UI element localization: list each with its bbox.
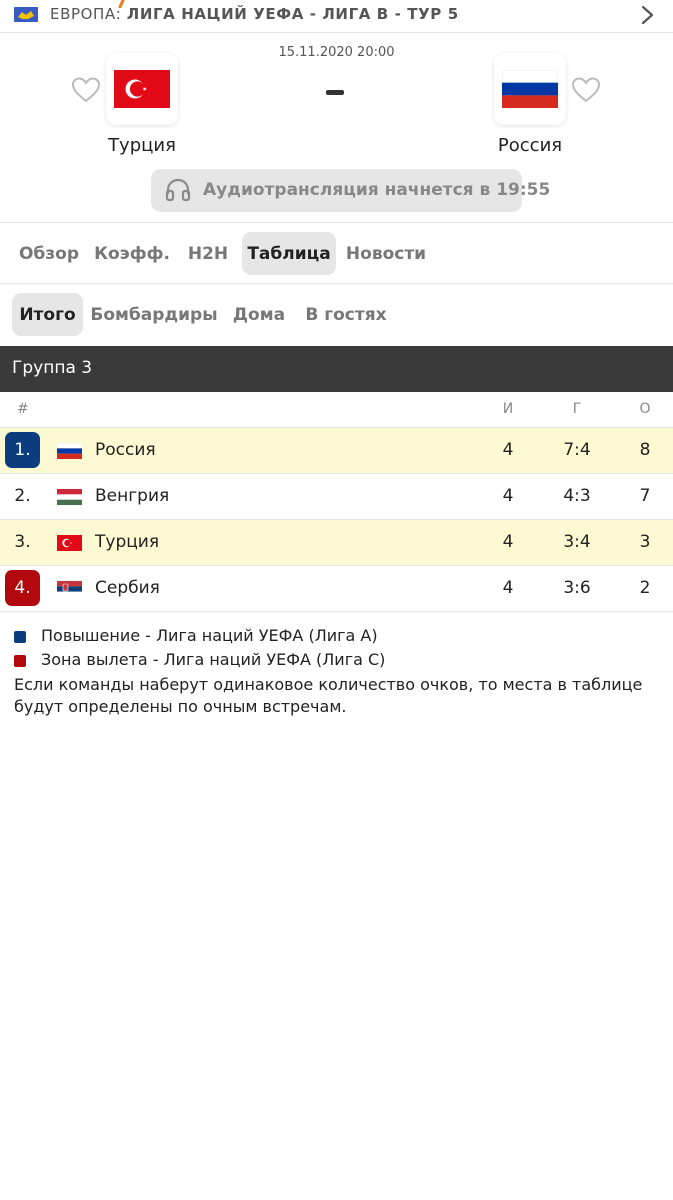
tab-overview[interactable]: Обзор [12,232,86,275]
league-title: ЕВРОПА: ЛИГА НАЦИЙ УЕФА - ЛИГА B - ТУР 5 [50,5,459,23]
rank-badge: 2. [14,486,31,506]
col-rank-header: # [17,401,29,417]
goals-value: 7:4 [563,440,591,460]
team-name[interactable]: Турция [95,532,159,552]
group-header: Группа 3 [0,346,673,392]
table-row[interactable]: 1. Россия 4 7:4 8 [0,428,673,474]
goals-value: 3:4 [563,532,591,552]
home-team-logo[interactable] [106,53,178,125]
turkey-flag-icon [114,70,170,108]
points-value: 3 [639,532,651,552]
played-value: 4 [502,578,514,598]
team-name[interactable]: Венгрия [95,486,169,506]
subtab-away[interactable]: В гостях [300,293,392,336]
serbia-flag-icon [57,581,82,597]
subtab-home[interactable]: Дома [226,293,292,336]
headphones-icon [165,178,191,202]
match-header: 15.11.2020 20:00 Турция Россия Аудиотран… [0,32,673,222]
played-value: 4 [502,440,514,460]
team-name[interactable]: Сербия [95,578,160,598]
legend-relegation-text: Зона вылета - Лига наций УЕФА (Лига C) [41,650,386,669]
home-team-name[interactable]: Турция [62,135,222,156]
rank-badge: 1. [5,432,40,468]
subtab-scorers[interactable]: Бомбардиры [90,293,218,336]
tiebreak-note: Если команды наберут одинаковое количест… [14,675,643,716]
group-title: Группа 3 [12,358,93,378]
away-team-logo[interactable] [494,53,566,125]
played-value: 4 [502,486,514,506]
goals-value: 3:6 [563,578,591,598]
league-country: ЕВРОПА: [50,5,122,23]
russia-flag-icon [57,443,82,459]
goals-value: 4:3 [563,486,591,506]
col-played-header: И [502,401,514,417]
points-value: 7 [639,486,651,506]
favorite-home-heart-icon[interactable] [71,76,101,104]
tab-odds[interactable]: Коэфф. [92,232,172,275]
rank-badge: 4. [5,570,40,606]
chevron-right-icon[interactable] [637,4,657,26]
subtab-total[interactable]: Итого [12,293,83,336]
legend-promotion: Повышение - Лига наций УЕФА (Лига A) [14,626,673,650]
table-row[interactable]: 4. Сербия 4 3:6 2 [0,566,673,612]
tab-news[interactable]: Новости [342,232,430,275]
tab-h2h[interactable]: H2H [180,232,236,275]
eu-flag-icon [14,7,38,22]
table-legend: Повышение - Лига наций УЕФА (Лига A) Зон… [14,626,673,718]
table-header: # И Г О [0,392,673,428]
promotion-marker [14,631,26,643]
points-value: 2 [639,578,651,598]
score-separator [326,90,344,95]
russia-flag-icon [502,70,558,108]
table-row[interactable]: 3. Турция 4 3:4 3 [0,520,673,566]
away-team-name[interactable]: Россия [450,135,610,156]
turkey-flag-icon [57,535,82,551]
legend-promotion-text: Повышение - Лига наций УЕФА (Лига A) [41,626,378,645]
favorite-away-heart-icon[interactable] [571,76,601,104]
legend-relegation: Зона вылета - Лига наций УЕФА (Лига C) [14,650,673,674]
team-name[interactable]: Россия [95,440,156,460]
relegation-marker [14,655,26,667]
rank-badge: 3. [14,532,31,552]
table-row[interactable]: 2. Венгрия 4 4:3 7 [0,474,673,520]
match-datetime: 15.11.2020 20:00 [278,45,395,60]
league-name: ЛИГА НАЦИЙ УЕФА - ЛИГА B - ТУР 5 [126,5,459,23]
audio-broadcast-text: Аудиотрансляция начнется в 19:55 [203,180,551,200]
league-header[interactable]: ЕВРОПА: ЛИГА НАЦИЙ УЕФА - ЛИГА B - ТУР 5 [0,0,673,32]
tab-table[interactable]: Таблица [242,232,336,275]
col-points-header: О [639,401,651,417]
played-value: 4 [502,532,514,552]
main-tabs: Обзор Коэфф. H2H Таблица Новости [0,222,673,284]
sub-tabs: Итого Бомбардиры Дома В гостях [0,284,673,346]
col-goals-header: Г [572,401,582,417]
points-value: 8 [639,440,651,460]
audio-broadcast-button[interactable]: Аудиотрансляция начнется в 19:55 [151,169,550,212]
hungary-flag-icon [57,489,82,505]
